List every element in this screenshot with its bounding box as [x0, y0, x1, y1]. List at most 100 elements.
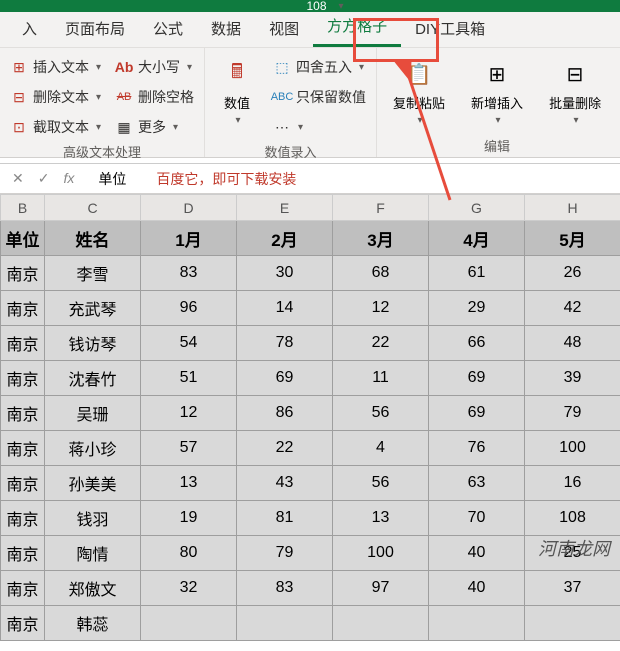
cell[interactable]: [237, 606, 333, 641]
cell[interactable]: 100: [525, 431, 620, 466]
cell[interactable]: [141, 606, 237, 641]
copy-paste-button[interactable]: 📋复制粘贴▾: [387, 54, 451, 134]
table-row[interactable]: 南京孙美美1343566316: [1, 466, 620, 501]
cell[interactable]: 51: [141, 361, 237, 396]
col-header[interactable]: H: [525, 195, 620, 221]
tab-diy-toolbox[interactable]: DIY工具箱: [401, 10, 499, 47]
cell[interactable]: 充武琴: [45, 291, 141, 326]
cell[interactable]: 29: [429, 291, 525, 326]
table-row[interactable]: 南京钱羽19811370108: [1, 501, 620, 536]
cell[interactable]: 南京: [1, 361, 45, 396]
cell[interactable]: 沈春竹: [45, 361, 141, 396]
cell[interactable]: 16: [525, 466, 620, 501]
cell[interactable]: 80: [141, 536, 237, 571]
cell[interactable]: 68: [333, 256, 429, 291]
cell[interactable]: 86: [237, 396, 333, 431]
cell[interactable]: 郑傲文: [45, 571, 141, 606]
cell[interactable]: 42: [525, 291, 620, 326]
col-header[interactable]: G: [429, 195, 525, 221]
table-row[interactable]: 南京蒋小珍5722476100: [1, 431, 620, 466]
col-header[interactable]: B: [1, 195, 45, 221]
worksheet[interactable]: B C D E F G H 单位 姓名 1月 2月 3月 4月 5月 南京李雪8…: [0, 194, 620, 641]
formula-input[interactable]: 单位 百度它，即可下载安装: [86, 169, 620, 189]
cell[interactable]: 南京: [1, 396, 45, 431]
delete-text-button[interactable]: ⊟删除文本▾: [10, 84, 101, 110]
tab-insert[interactable]: 入: [8, 10, 51, 47]
cell[interactable]: 陶情: [45, 536, 141, 571]
keep-value-button[interactable]: ABC只保留数值: [273, 84, 366, 110]
cell[interactable]: 56: [333, 396, 429, 431]
batch-delete-button[interactable]: ⊟批量删除▾: [543, 54, 607, 134]
cell[interactable]: 12: [333, 291, 429, 326]
cell[interactable]: 12: [141, 396, 237, 431]
cell[interactable]: 4: [333, 431, 429, 466]
case-button[interactable]: Ab大小写▾: [115, 54, 194, 80]
cell[interactable]: 69: [429, 361, 525, 396]
header-cell[interactable]: 5月: [525, 221, 620, 256]
cell[interactable]: 19: [141, 501, 237, 536]
cell[interactable]: 79: [525, 396, 620, 431]
cell[interactable]: 100: [333, 536, 429, 571]
fx-icon[interactable]: fx: [63, 170, 74, 187]
value-more-button[interactable]: ⋯▾: [273, 114, 366, 140]
table-row[interactable]: 南京沈春竹5169116939: [1, 361, 620, 396]
insert-button[interactable]: ⊞新增插入▾: [465, 54, 529, 134]
cell[interactable]: 43: [237, 466, 333, 501]
table-row[interactable]: 南京李雪8330686126: [1, 256, 620, 291]
cell[interactable]: 61: [429, 256, 525, 291]
header-cell[interactable]: 4月: [429, 221, 525, 256]
cell[interactable]: 83: [141, 256, 237, 291]
cell[interactable]: 81: [237, 501, 333, 536]
cell[interactable]: 14: [237, 291, 333, 326]
tab-page-layout[interactable]: 页面布局: [51, 10, 139, 47]
cell[interactable]: 钱访琴: [45, 326, 141, 361]
data-header-row[interactable]: 单位 姓名 1月 2月 3月 4月 5月: [1, 221, 620, 256]
tab-view[interactable]: 视图: [255, 10, 313, 47]
cell[interactable]: 13: [333, 501, 429, 536]
cell[interactable]: 南京: [1, 256, 45, 291]
cell[interactable]: 南京: [1, 571, 45, 606]
cell[interactable]: 83: [237, 571, 333, 606]
col-header[interactable]: D: [141, 195, 237, 221]
cut-text-button[interactable]: ⊡截取文本▾: [10, 114, 101, 140]
cell[interactable]: 钱羽: [45, 501, 141, 536]
cell[interactable]: 40: [429, 536, 525, 571]
cell[interactable]: 57: [141, 431, 237, 466]
cell[interactable]: 蒋小珍: [45, 431, 141, 466]
header-cell[interactable]: 单位: [1, 221, 45, 256]
cell[interactable]: 南京: [1, 291, 45, 326]
cell[interactable]: 108: [525, 501, 620, 536]
cell[interactable]: 11: [333, 361, 429, 396]
cell[interactable]: 南京: [1, 326, 45, 361]
cell[interactable]: 李雪: [45, 256, 141, 291]
column-header-row[interactable]: B C D E F G H: [1, 195, 620, 221]
cell[interactable]: 69: [237, 361, 333, 396]
header-cell[interactable]: 姓名: [45, 221, 141, 256]
cell[interactable]: [525, 606, 620, 641]
cell[interactable]: 63: [429, 466, 525, 501]
cell[interactable]: 37: [525, 571, 620, 606]
cell[interactable]: 79: [237, 536, 333, 571]
cell[interactable]: 69: [429, 396, 525, 431]
header-cell[interactable]: 2月: [237, 221, 333, 256]
cell[interactable]: [429, 606, 525, 641]
col-header[interactable]: E: [237, 195, 333, 221]
cell[interactable]: 南京: [1, 536, 45, 571]
col-header[interactable]: C: [45, 195, 141, 221]
remove-space-button[interactable]: AB删除空格: [115, 84, 194, 110]
cell[interactable]: 48: [525, 326, 620, 361]
tab-formulas[interactable]: 公式: [139, 10, 197, 47]
tab-fangfang[interactable]: 方方格子: [313, 7, 401, 47]
cell[interactable]: 30: [237, 256, 333, 291]
cell[interactable]: 32: [141, 571, 237, 606]
more-text-button[interactable]: ▦更多▾: [115, 114, 194, 140]
cancel-icon[interactable]: ✕: [12, 170, 24, 187]
data-grid[interactable]: B C D E F G H 单位 姓名 1月 2月 3月 4月 5月 南京李雪8…: [0, 194, 620, 641]
cell[interactable]: 66: [429, 326, 525, 361]
cell[interactable]: 40: [429, 571, 525, 606]
cell[interactable]: 56: [333, 466, 429, 501]
cell[interactable]: 南京: [1, 431, 45, 466]
cell[interactable]: 南京: [1, 501, 45, 536]
table-row[interactable]: 南京充武琴9614122942: [1, 291, 620, 326]
cell[interactable]: 南京: [1, 466, 45, 501]
